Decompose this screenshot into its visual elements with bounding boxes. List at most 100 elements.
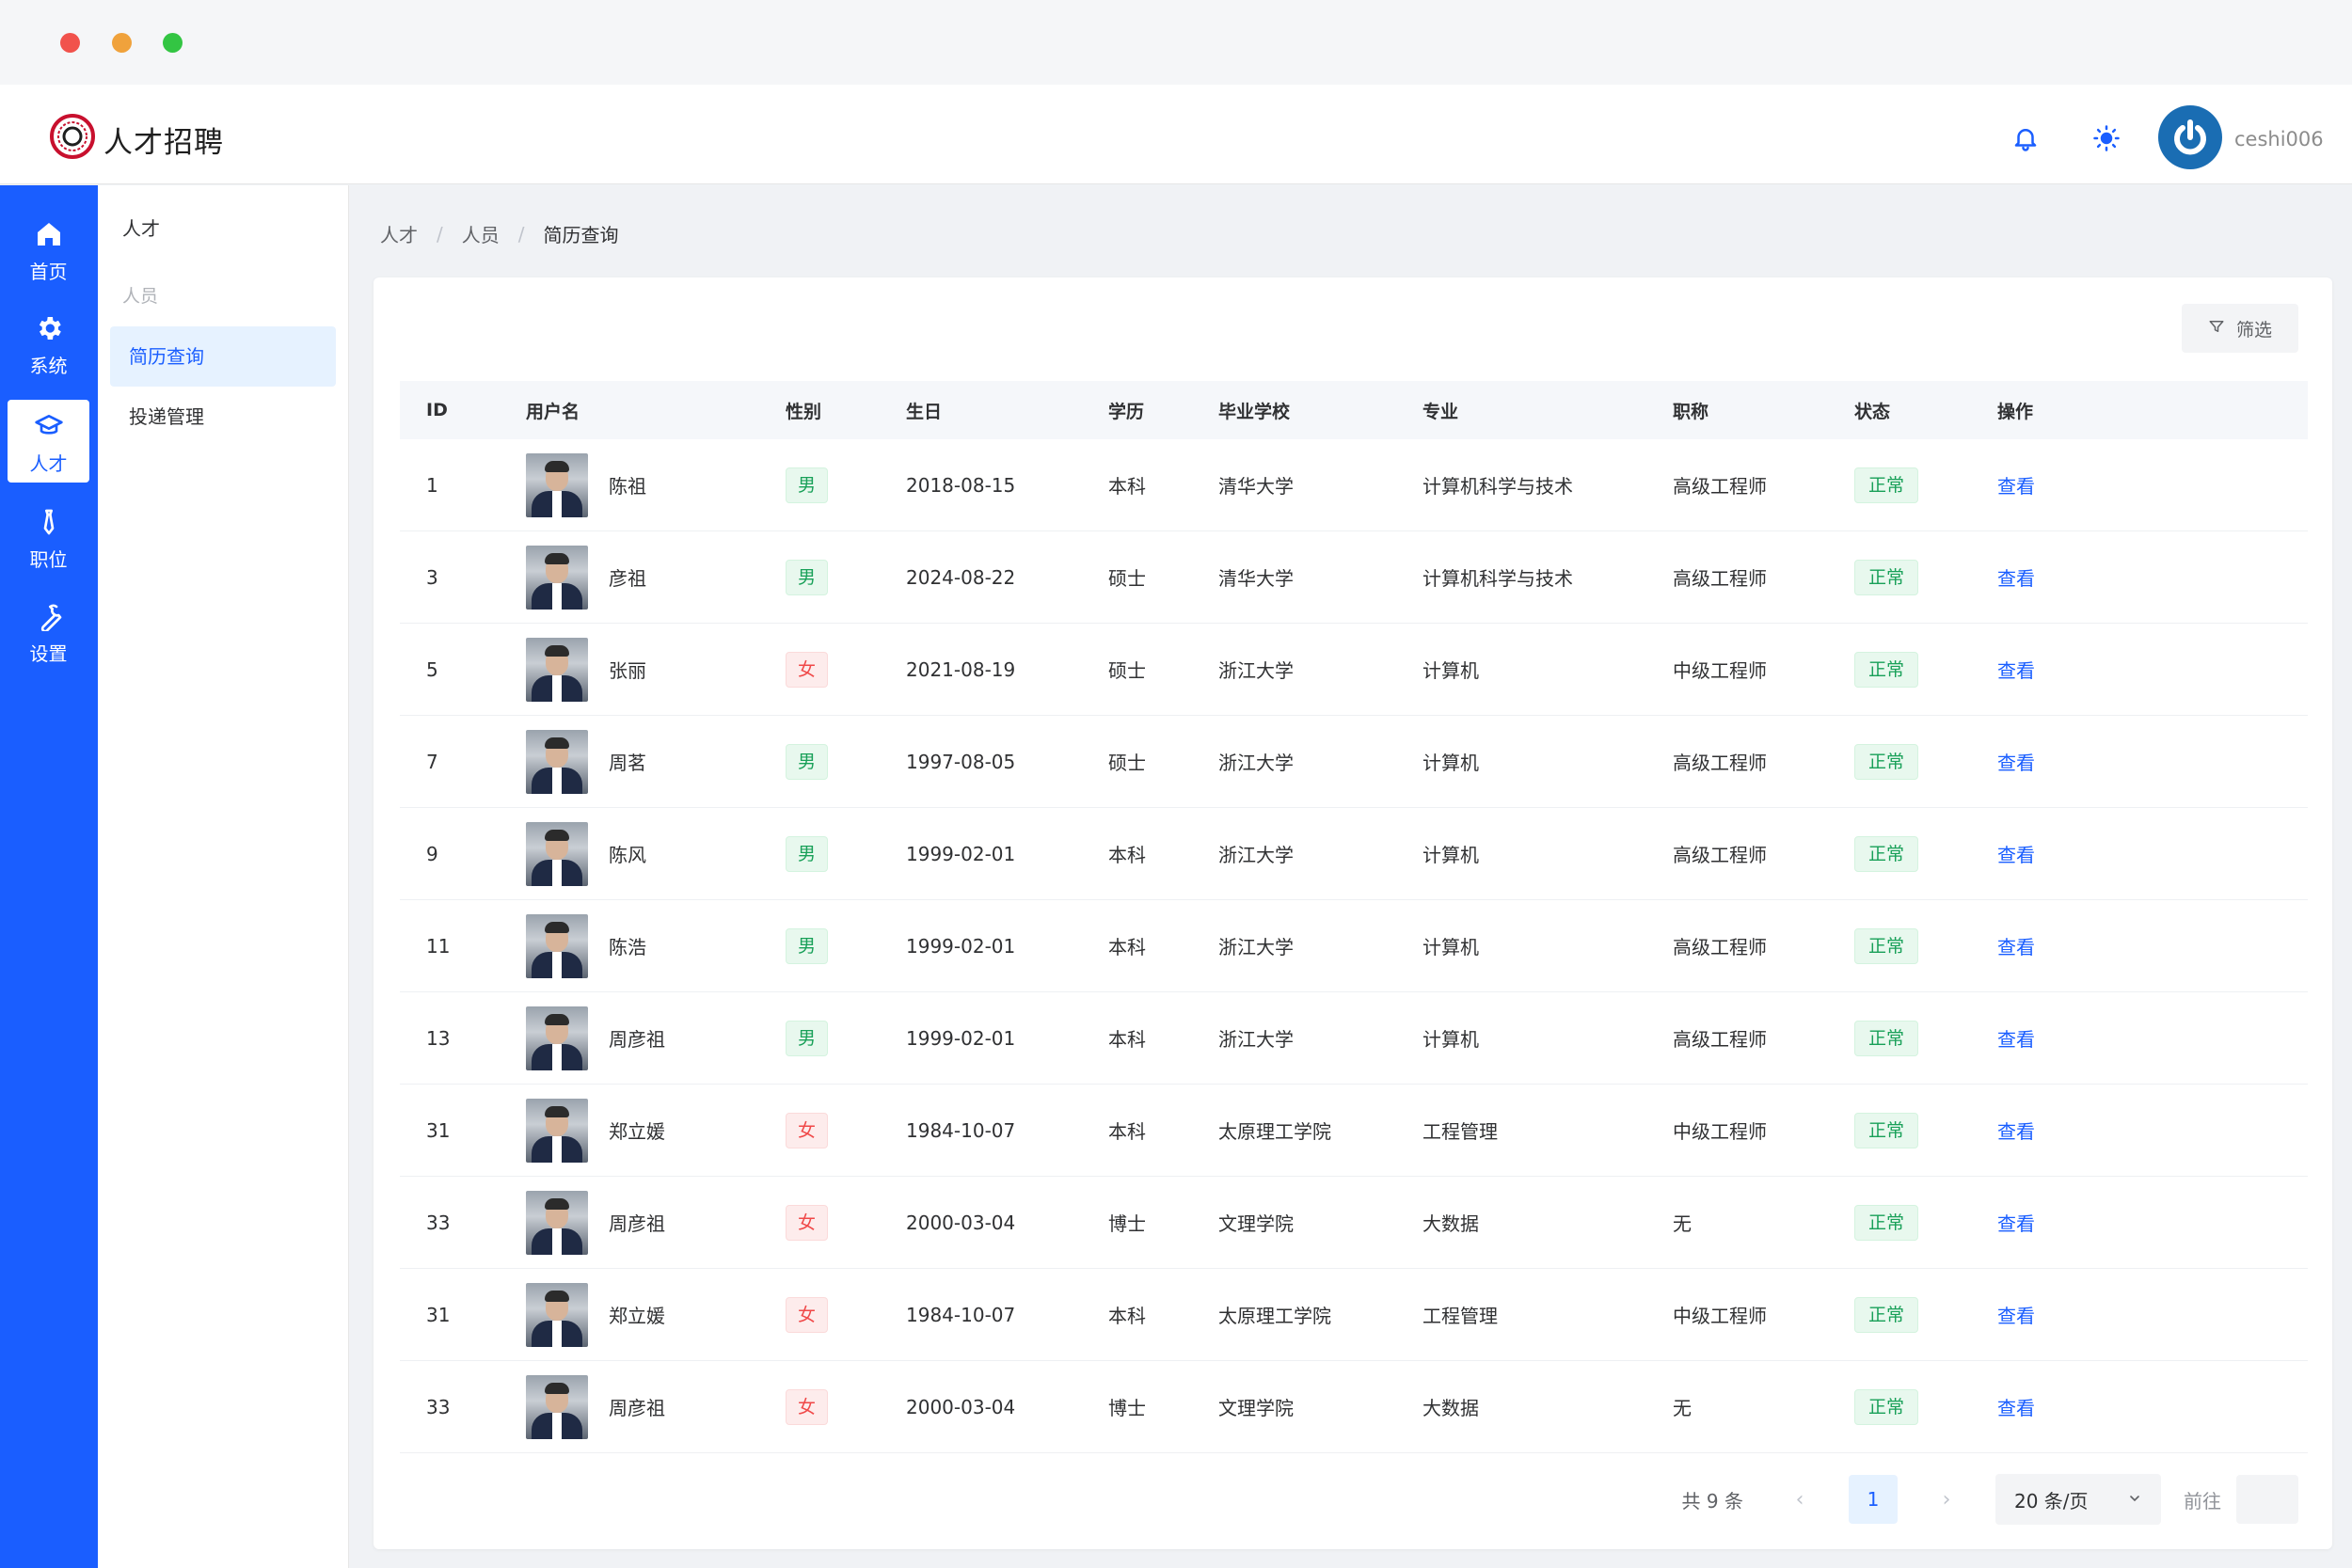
cell-id: 9 — [426, 842, 438, 865]
cell-id: 13 — [426, 1026, 451, 1050]
username-label[interactable]: ceshi006 — [2234, 128, 2324, 150]
cell-status: 正常 — [1854, 1388, 1997, 1425]
goto-page-input[interactable] — [2236, 1475, 2298, 1524]
next-page-chevron-icon[interactable]: › — [1922, 1475, 1971, 1524]
cell-status: 正常 — [1854, 927, 1997, 964]
view-link[interactable]: 查看 — [1997, 1397, 2035, 1419]
close-window-button[interactable] — [60, 33, 80, 53]
nav-home[interactable]: 首页 — [8, 208, 89, 291]
view-link[interactable]: 查看 — [1997, 936, 2035, 958]
nav-settings[interactable]: 设置 — [8, 590, 89, 673]
cell-education: 硕士 — [1108, 659, 1146, 682]
table-row: 33 周彦祖 女 2000-03-04 博士 文理学院 大数据 无 正常 查看 — [400, 1361, 2308, 1453]
cell-birthday: 1999-02-01 — [906, 842, 1016, 865]
user-photo[interactable] — [526, 729, 588, 794]
cell-job-title: 高级工程师 — [1673, 844, 1767, 866]
username-text: 陈风 — [609, 844, 646, 866]
cell-username: 郑立媛 — [526, 1282, 786, 1347]
view-link[interactable]: 查看 — [1997, 567, 2035, 590]
nav-position[interactable]: 职位 — [8, 496, 89, 578]
cell-job-title: 高级工程师 — [1673, 1028, 1767, 1051]
user-photo[interactable] — [526, 637, 588, 702]
cell-job-title: 中级工程师 — [1673, 659, 1767, 682]
cell-education: 本科 — [1108, 844, 1146, 866]
cell-status: 正常 — [1854, 1020, 1997, 1056]
user-photo[interactable] — [526, 821, 588, 886]
table-row: 33 周彦祖 女 2000-03-04 博士 文理学院 大数据 无 正常 查看 — [400, 1177, 2308, 1269]
cell-major: 计算机科学与技术 — [1422, 475, 1573, 498]
cell-id: 11 — [426, 934, 451, 958]
nav-system-label: 系统 — [29, 355, 68, 377]
column-header-education: 学历 — [1108, 401, 1145, 422]
page-number-current[interactable]: 1 — [1849, 1475, 1898, 1524]
view-link[interactable]: 查看 — [1997, 1305, 2035, 1327]
column-header-status: 状态 — [1854, 401, 1891, 422]
view-link[interactable]: 查看 — [1997, 475, 2035, 498]
nav-talent[interactable]: 人才 — [8, 400, 89, 483]
user-photo[interactable] — [526, 1006, 588, 1070]
cell-major: 计算机科学与技术 — [1422, 567, 1573, 590]
nav-system[interactable]: 系统 — [8, 302, 89, 385]
cell-gender: 男 — [786, 927, 906, 964]
cell-gender: 女 — [786, 651, 906, 688]
breadcrumb-current: 简历查询 — [543, 224, 619, 246]
table-row: 13 周彦祖 男 1999-02-01 本科 浙江大学 计算机 高级工程师 正常 查看 — [400, 992, 2308, 1085]
page-size-select[interactable]: 20 条/页 — [1995, 1474, 2161, 1525]
view-link[interactable]: 查看 — [1997, 752, 2035, 774]
bell-icon[interactable] — [2010, 122, 2042, 154]
goto-label: 前往 — [2184, 1489, 2221, 1513]
cell-username: 周茗 — [526, 729, 786, 794]
cell-education: 本科 — [1108, 936, 1146, 958]
cell-status: 正常 — [1854, 743, 1997, 780]
view-link[interactable]: 查看 — [1997, 1212, 2035, 1235]
window-titlebar — [0, 0, 2352, 85]
cell-gender: 女 — [786, 1388, 906, 1425]
username-text: 郑立媛 — [609, 1305, 665, 1327]
cell-username: 周彦祖 — [526, 1006, 786, 1070]
cell-username: 陈祖 — [526, 452, 786, 517]
cell-school: 文理学院 — [1218, 1212, 1294, 1235]
submenu-item-resume-query[interactable]: 简历查询 — [110, 326, 336, 387]
status-badge: 正常 — [1854, 467, 1919, 503]
cell-major: 计算机 — [1422, 1028, 1479, 1051]
cell-username: 彦祖 — [526, 545, 786, 610]
gender-tag: 男 — [786, 467, 829, 503]
table-row: 7 周茗 男 1997-08-05 硕士 浙江大学 计算机 高级工程师 正常 查看 — [400, 716, 2308, 808]
status-badge: 正常 — [1854, 1020, 1919, 1056]
page-size-value: 20 条/页 — [2014, 1489, 2089, 1513]
user-photo[interactable] — [526, 452, 588, 517]
maximize-window-button[interactable] — [163, 33, 183, 53]
tie-icon — [34, 507, 64, 537]
view-link[interactable]: 查看 — [1997, 1120, 2035, 1143]
user-photo[interactable] — [526, 913, 588, 978]
gender-tag: 男 — [786, 927, 829, 964]
user-photo[interactable] — [526, 1282, 588, 1347]
theme-sun-icon[interactable] — [2090, 122, 2122, 154]
user-photo[interactable] — [526, 1374, 588, 1439]
cell-birthday: 1984-10-07 — [906, 1303, 1016, 1326]
username-text: 周彦祖 — [609, 1028, 665, 1051]
breadcrumb-item[interactable]: 人员 — [462, 220, 500, 247]
user-avatar[interactable] — [2158, 105, 2222, 169]
minimize-window-button[interactable] — [112, 33, 132, 53]
view-link[interactable]: 查看 — [1997, 659, 2035, 682]
cell-gender: 男 — [786, 559, 906, 595]
cell-gender: 男 — [786, 743, 906, 780]
gender-tag: 男 — [786, 1020, 829, 1056]
user-photo[interactable] — [526, 1098, 588, 1163]
cell-major: 计算机 — [1422, 844, 1479, 866]
user-photo[interactable] — [526, 545, 588, 610]
view-link[interactable]: 查看 — [1997, 1028, 2035, 1051]
username-text: 张丽 — [609, 659, 646, 682]
cell-school: 浙江大学 — [1218, 844, 1294, 866]
cell-id: 5 — [426, 657, 438, 681]
filter-button[interactable]: 筛选 — [2182, 304, 2298, 353]
cell-birthday: 2021-08-19 — [906, 657, 1016, 681]
breadcrumb-item[interactable]: 人才 — [380, 220, 418, 247]
view-link[interactable]: 查看 — [1997, 844, 2035, 866]
status-badge: 正常 — [1854, 1204, 1919, 1241]
app-logo-icon — [49, 113, 96, 160]
submenu-item-delivery-management[interactable]: 投递管理 — [110, 387, 336, 447]
prev-page-chevron-icon[interactable]: ‹ — [1775, 1475, 1824, 1524]
user-photo[interactable] — [526, 1190, 588, 1255]
